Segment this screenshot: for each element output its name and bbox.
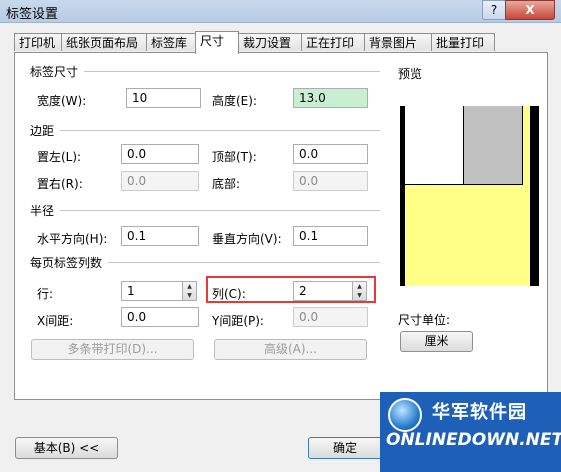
tab-printer[interactable]: 打印机 <box>14 33 62 51</box>
margin-bottom-input: 0.0 <box>293 171 368 191</box>
preview-label: 预览 <box>398 67 423 81</box>
rows-label: 行: <box>37 287 54 301</box>
window-title: 标签设置 <box>6 7 59 22</box>
watermark-logo: 华军软件园 ONLINEDOWN.NET <box>380 392 561 472</box>
section-radius: 半径 <box>30 202 61 219</box>
unit-button[interactable]: 厘米 <box>400 331 473 352</box>
height-input[interactable]: 13.0 <box>293 88 368 108</box>
globe-icon <box>388 398 422 432</box>
margin-left-input[interactable]: 0.0 <box>121 144 199 164</box>
xgap-label: X间距: <box>37 314 74 328</box>
ok-button[interactable]: 确定 <box>308 437 382 459</box>
tab-cutter[interactable]: 裁刀设置 <box>238 33 302 51</box>
rows-spinner[interactable]: ▲ ▼ <box>182 281 197 301</box>
multi-strip-print-button[interactable]: 多条带打印(D)... <box>31 339 194 360</box>
watermark-title: 华军软件园 <box>432 402 527 423</box>
watermark-url: ONLINEDOWN.NET <box>386 430 561 450</box>
margin-bottom-label: 底部: <box>212 177 241 191</box>
rows-input[interactable]: 1 <box>121 281 183 301</box>
radius-vertical-input[interactable]: 0.1 <box>293 226 368 246</box>
help-button[interactable]: ? <box>482 0 506 20</box>
section-per-page: 每页标签列数 <box>30 254 109 271</box>
width-label: 宽度(W): <box>37 94 87 108</box>
tab-label-library[interactable]: 标签库 <box>146 33 196 51</box>
spin-up-icon[interactable]: ▲ <box>183 282 196 291</box>
radius-vertical-label: 垂直方向(V): <box>212 232 282 246</box>
margin-top-label: 顶部(T): <box>212 150 257 164</box>
width-input[interactable]: 10 <box>126 88 201 108</box>
margin-top-input[interactable]: 0.0 <box>293 144 368 164</box>
tab-page-layout[interactable]: 纸张页面布局 <box>61 33 147 51</box>
preview-canvas <box>400 106 539 286</box>
section-label-size: 标签尺寸 <box>30 63 85 80</box>
section-margins: 边距 <box>30 122 61 139</box>
basic-button[interactable]: 基本(B) << <box>15 437 118 459</box>
title-bar: 标签设置 ? X <box>0 0 561 23</box>
preview-label-2 <box>464 106 523 185</box>
margin-right-input: 0.0 <box>121 171 199 191</box>
margin-left-label: 置左(L): <box>37 150 82 164</box>
highlight-box <box>206 276 376 303</box>
ygap-input: 0.0 <box>293 307 368 327</box>
tab-background[interactable]: 背景图片 <box>364 33 432 51</box>
radius-horizontal-input[interactable]: 0.1 <box>121 226 199 246</box>
tab-size[interactable]: 尺寸 <box>195 31 239 54</box>
margin-right-label: 置右(R): <box>37 177 83 191</box>
advanced-button[interactable]: 高级(A)... <box>214 339 367 360</box>
height-label: 高度(E): <box>212 94 257 108</box>
radius-horizontal-label: 水平方向(H): <box>37 232 108 246</box>
ygap-label: Y间距(P): <box>212 314 264 328</box>
separator <box>30 130 380 131</box>
close-button[interactable]: X <box>505 0 555 20</box>
tab-batch-print[interactable]: 批量打印 <box>431 33 495 51</box>
separator <box>30 210 380 211</box>
xgap-input[interactable]: 0.0 <box>121 307 199 327</box>
spin-down-icon[interactable]: ▼ <box>183 291 196 300</box>
preview-label-1 <box>405 106 464 185</box>
unit-label: 尺寸单位: <box>398 313 451 327</box>
tab-printing[interactable]: 正在打印 <box>301 33 365 51</box>
